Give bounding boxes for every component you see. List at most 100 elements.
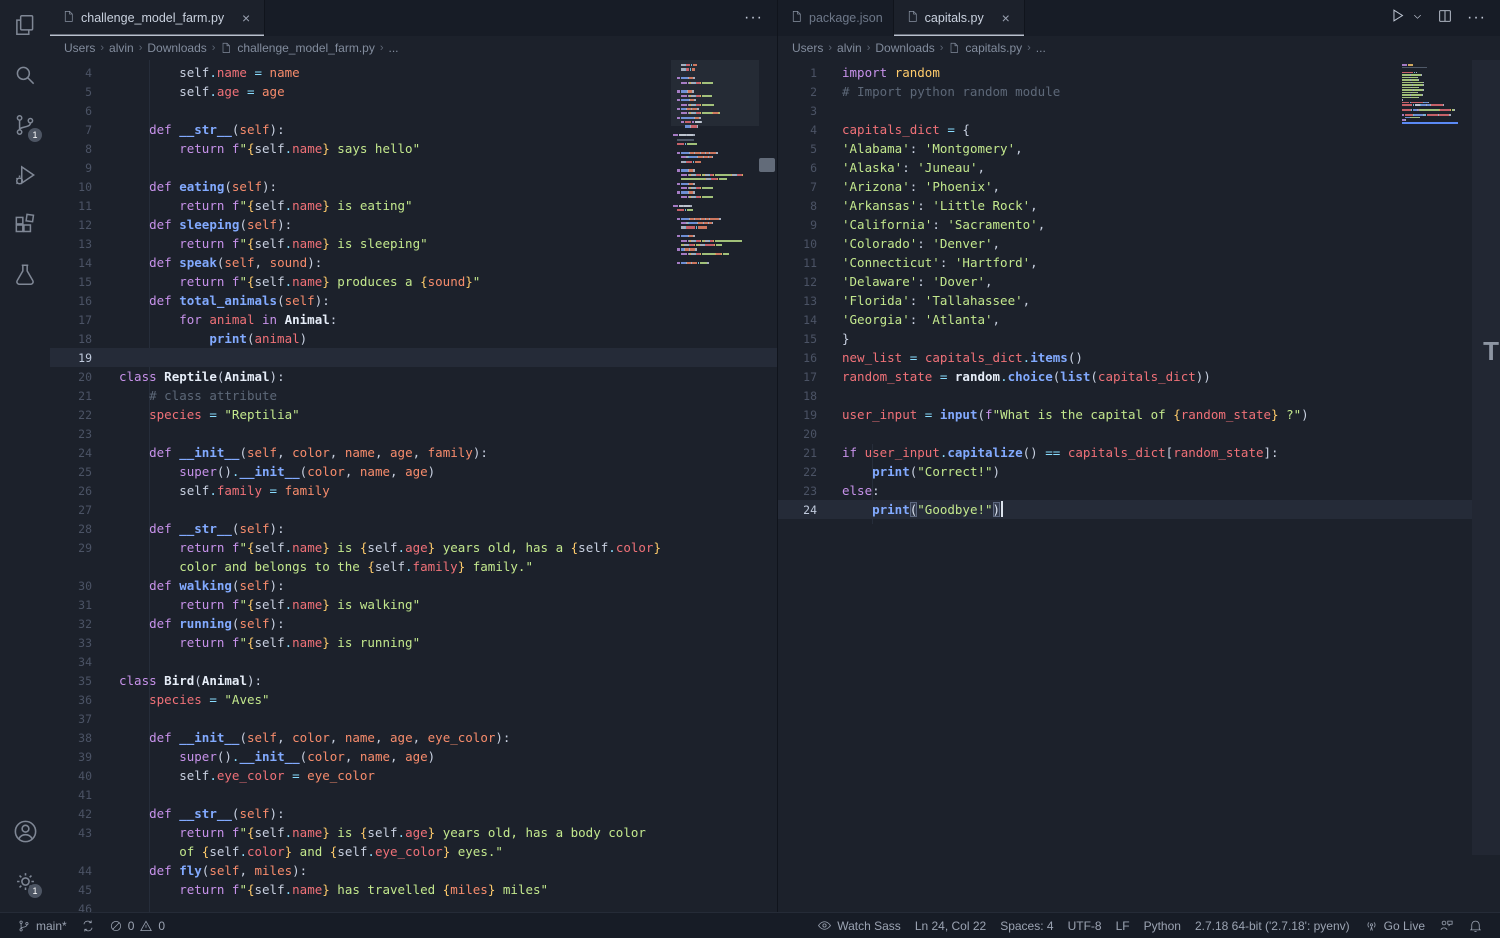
go-live-item[interactable]: Go Live xyxy=(1357,913,1432,938)
code-line[interactable]: 37 xyxy=(50,709,777,728)
code-line[interactable]: 20class Reptile(Animal): xyxy=(50,367,777,386)
code-line[interactable]: 10 def eating(self): xyxy=(50,177,777,196)
language-mode-item[interactable]: Python xyxy=(1137,913,1188,938)
code-line[interactable]: 25 super().__init__(color, name, age) xyxy=(50,462,777,481)
code-line[interactable]: 18 print(animal) xyxy=(50,329,777,348)
git-branch-item[interactable]: main* xyxy=(10,913,74,938)
code-line[interactable]: 42 def __str__(self): xyxy=(50,804,777,823)
code-line[interactable]: 32 def running(self): xyxy=(50,614,777,633)
more-actions-icon[interactable]: ··· xyxy=(1467,13,1486,23)
code-line[interactable]: 16new_list = capitals_dict.items() xyxy=(778,348,1500,367)
code-line[interactable]: 33 return f"{self.name} is running" xyxy=(50,633,777,652)
account-icon[interactable] xyxy=(1,806,49,856)
code-line[interactable]: 18 xyxy=(778,386,1500,405)
search-icon[interactable] xyxy=(1,50,49,100)
tab-capitals-py[interactable]: capitals.py × xyxy=(894,0,1025,36)
code-line[interactable]: 5 self.age = age xyxy=(50,82,777,101)
code-line[interactable]: 7'Arizona': 'Phoenix', xyxy=(778,177,1500,196)
breadcrumb-item[interactable]: alvin xyxy=(837,41,862,55)
code-line[interactable]: 21 # class attribute xyxy=(50,386,777,405)
minimap[interactable] xyxy=(673,64,757,266)
code-line[interactable]: 24 print("Goodbye!") xyxy=(778,500,1500,519)
code-line[interactable]: 26 self.family = family xyxy=(50,481,777,500)
code-line[interactable]: 9 xyxy=(50,158,777,177)
code-line[interactable]: 3 xyxy=(778,101,1500,120)
code-line[interactable]: 20 xyxy=(778,424,1500,443)
source-control-icon[interactable]: 1 xyxy=(1,100,49,150)
code-line[interactable]: 11 return f"{self.name} is eating" xyxy=(50,196,777,215)
code-line[interactable]: 10'Colorado': 'Denver', xyxy=(778,234,1500,253)
code-line[interactable]: 38 def __init__(self, color, name, age, … xyxy=(50,728,777,747)
run-dropdown-chevron-icon[interactable] xyxy=(1412,9,1423,27)
code-line[interactable]: 46 xyxy=(50,899,777,912)
code-line[interactable]: 12'Delaware': 'Dover', xyxy=(778,272,1500,291)
code-line[interactable]: 1import random xyxy=(778,63,1500,82)
code-line[interactable]: 24 def __init__(self, color, name, age, … xyxy=(50,443,777,462)
close-icon[interactable]: × xyxy=(238,10,254,26)
breadcrumb-item[interactable]: alvin xyxy=(109,41,134,55)
code-line[interactable]: 2# Import python random module xyxy=(778,82,1500,101)
code-line[interactable]: 6'Alaska': 'Juneau', xyxy=(778,158,1500,177)
code-line[interactable]: color and belongs to the {self.family} f… xyxy=(50,557,777,576)
code-line[interactable]: 15} xyxy=(778,329,1500,348)
code-line[interactable]: 14 def speak(self, sound): xyxy=(50,253,777,272)
code-line[interactable]: 15 return f"{self.name} produces a {soun… xyxy=(50,272,777,291)
code-line[interactable]: 30 def walking(self): xyxy=(50,576,777,595)
code-line[interactable]: 8 return f"{self.name} says hello" xyxy=(50,139,777,158)
breadcrumb-item[interactable]: Downloads xyxy=(875,41,934,55)
code-line[interactable]: 34 xyxy=(50,652,777,671)
feedback-item[interactable] xyxy=(1432,913,1461,938)
cursor-position-item[interactable]: Ln 24, Col 22 xyxy=(908,913,993,938)
code-line[interactable]: 17random_state = random.choice(list(capi… xyxy=(778,367,1500,386)
code-line[interactable]: 11'Connecticut': 'Hartford', xyxy=(778,253,1500,272)
code-line[interactable]: 22 species = "Reptilia" xyxy=(50,405,777,424)
code-line[interactable]: 16 def total_animals(self): xyxy=(50,291,777,310)
settings-gear-icon[interactable]: 1 xyxy=(1,856,49,906)
breadcrumb-item[interactable]: Users xyxy=(64,41,95,55)
close-icon[interactable]: × xyxy=(998,10,1014,26)
code-line[interactable]: 4capitals_dict = { xyxy=(778,120,1500,139)
code-line[interactable]: 5'Alabama': 'Montgomery', xyxy=(778,139,1500,158)
code-line[interactable]: 13 return f"{self.name} is sleeping" xyxy=(50,234,777,253)
watch-sass-item[interactable]: Watch Sass xyxy=(810,913,908,938)
breadcrumb-item[interactable]: Downloads xyxy=(147,41,206,55)
code-line[interactable]: 22 print("Correct!") xyxy=(778,462,1500,481)
code-line[interactable]: 9'California': 'Sacramento', xyxy=(778,215,1500,234)
code-line[interactable]: 45 return f"{self.name} has travelled {m… xyxy=(50,880,777,899)
code-line[interactable]: 19user_input = input(f"What is the capit… xyxy=(778,405,1500,424)
code-line[interactable]: of {self.color} and {self.eye_color} eye… xyxy=(50,842,777,861)
scrollbar-track[interactable] xyxy=(1472,60,1500,855)
encoding-item[interactable]: UTF-8 xyxy=(1061,913,1109,938)
notifications-item[interactable] xyxy=(1461,913,1490,938)
code-line[interactable]: 4 self.name = name xyxy=(50,63,777,82)
code-line[interactable]: 23else: xyxy=(778,481,1500,500)
sync-button[interactable] xyxy=(74,913,102,938)
code-line[interactable]: 8'Arkansas': 'Little Rock', xyxy=(778,196,1500,215)
code-line[interactable]: 28 def __str__(self): xyxy=(50,519,777,538)
python-interpreter-item[interactable]: 2.7.18 64-bit ('2.7.18': pyenv) xyxy=(1188,913,1357,938)
code-line[interactable]: 29 return f"{self.name} is {self.age} ye… xyxy=(50,538,777,557)
more-actions-icon[interactable]: ··· xyxy=(744,13,763,23)
code-editor-right[interactable]: 1import random2# Import python random mo… xyxy=(778,60,1500,912)
code-line[interactable]: 12 def sleeping(self): xyxy=(50,215,777,234)
scrollbar-thumb[interactable] xyxy=(759,158,775,172)
indentation-item[interactable]: Spaces: 4 xyxy=(993,913,1060,938)
code-line[interactable]: 39 super().__init__(color, name, age) xyxy=(50,747,777,766)
code-line[interactable]: 31 return f"{self.name} is walking" xyxy=(50,595,777,614)
breadcrumb-item[interactable]: capitals.py xyxy=(965,41,1022,55)
problems-item[interactable]: 0 0 xyxy=(102,913,172,938)
eol-item[interactable]: LF xyxy=(1109,913,1137,938)
code-line[interactable]: 44 def fly(self, miles): xyxy=(50,861,777,880)
code-line[interactable]: 36 species = "Aves" xyxy=(50,690,777,709)
split-editor-icon[interactable] xyxy=(1437,8,1453,29)
code-line[interactable]: 14'Georgia': 'Atlanta', xyxy=(778,310,1500,329)
run-button[interactable] xyxy=(1389,7,1406,29)
code-line[interactable]: 21if user_input.capitalize() == capitals… xyxy=(778,443,1500,462)
code-line[interactable]: 43 return f"{self.name} is {self.age} ye… xyxy=(50,823,777,842)
code-line[interactable]: 40 self.eye_color = eye_color xyxy=(50,766,777,785)
tab-challenge-model-farm[interactable]: challenge_model_farm.py × xyxy=(50,0,265,36)
run-debug-icon[interactable] xyxy=(1,150,49,200)
code-line[interactable]: 13'Florida': 'Tallahassee', xyxy=(778,291,1500,310)
breadcrumb-item[interactable]: ... xyxy=(389,41,399,55)
breadcrumb-item[interactable]: Users xyxy=(792,41,823,55)
